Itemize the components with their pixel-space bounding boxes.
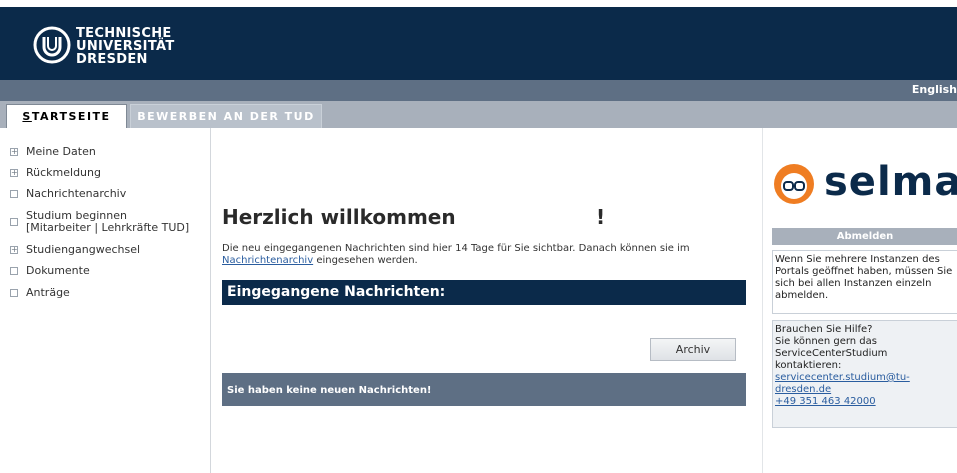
top-white-strip [0,0,957,7]
page-title-exclamation: ! [596,205,606,229]
selma-logo: selma [772,160,957,208]
empty-box-icon [10,218,18,226]
header-bar: TECHNISCHE UNIVERSITÄT DRESDEN [0,7,957,80]
tab-bar: STARTSEITE BEWERBEN AN DER TUD [0,101,957,128]
info-text-part1: Die neu eingegangenen Nachrichten sind h… [222,243,690,254]
tab-startseite[interactable]: STARTSEITE [6,104,127,128]
info-text-part2: eingesehen werden. [313,255,418,266]
instances-note: Wenn Sie mehrere Instanzen des Portals g… [772,250,957,314]
logo-line-3: DRESDEN [76,52,148,67]
help-box: Brauchen Sie Hilfe? Sie können gern das … [772,320,957,428]
empty-box-icon [10,267,18,275]
nachrichtenarchiv-link[interactable]: Nachrichtenarchiv [222,255,313,266]
sidebar-item-label: Rückmeldung [26,166,101,179]
tu-dresden-logo[interactable]: TECHNISCHE UNIVERSITÄT DRESDEN [32,25,192,73]
sidebar-item-label: Studiengangwechsel [26,243,141,256]
expand-plus-icon: + [10,168,18,177]
tu-seal-icon [33,26,71,64]
sidebar-nav: + Meine Daten + Rückmeldung Nachrichtena… [0,128,211,473]
english-language-link[interactable]: English [912,83,957,96]
help-title: Brauchen Sie Hilfe? [775,324,873,335]
empty-box-icon [10,190,18,198]
logout-button[interactable]: Abmelden [772,228,957,245]
sidebar-item-label: Meine Daten [26,145,96,158]
sidebar-item-sublabel: [Mitarbeiter | Lehrkräfte TUD] [26,221,190,234]
archive-button[interactable]: Archiv [650,338,736,361]
sidebar-item-label: Nachrichtenarchiv [26,187,127,200]
sidebar-item-label: Dokumente [26,264,90,277]
inbox-heading: Eingegangene Nachrichten: [222,280,746,305]
help-email-link[interactable]: servicecenter.studium@tu-dresden.de [775,372,910,395]
expand-plus-icon: + [10,245,18,254]
expand-plus-icon: + [10,147,18,156]
empty-box-icon [10,289,18,297]
tab-startseite-accesskey: S [22,110,32,123]
right-panel: selma Abmelden Wenn Sie mehrere Instanze… [762,128,957,473]
tab-startseite-label: TARTSEITE [31,110,111,123]
tab-bewerben[interactable]: BEWERBEN AN DER TUD [130,104,322,128]
info-text: Die neu eingegangenen Nachrichten sind h… [222,243,742,267]
sidebar-item-label: Anträge [26,286,70,299]
no-messages-banner: Sie haben keine neuen Nachrichten! [222,373,746,406]
help-text: Sie können gern das ServiceCenterStudium… [775,336,888,371]
help-phone-link[interactable]: +49 351 463 42000 [775,396,876,407]
selma-mascot-icon [774,164,814,204]
page-title: Herzlich willkommen [222,205,456,229]
main-content: Herzlich willkommen ! Die neu eingegange… [211,128,761,473]
language-bar: English [0,80,957,101]
selma-wordmark: selma [824,159,957,205]
